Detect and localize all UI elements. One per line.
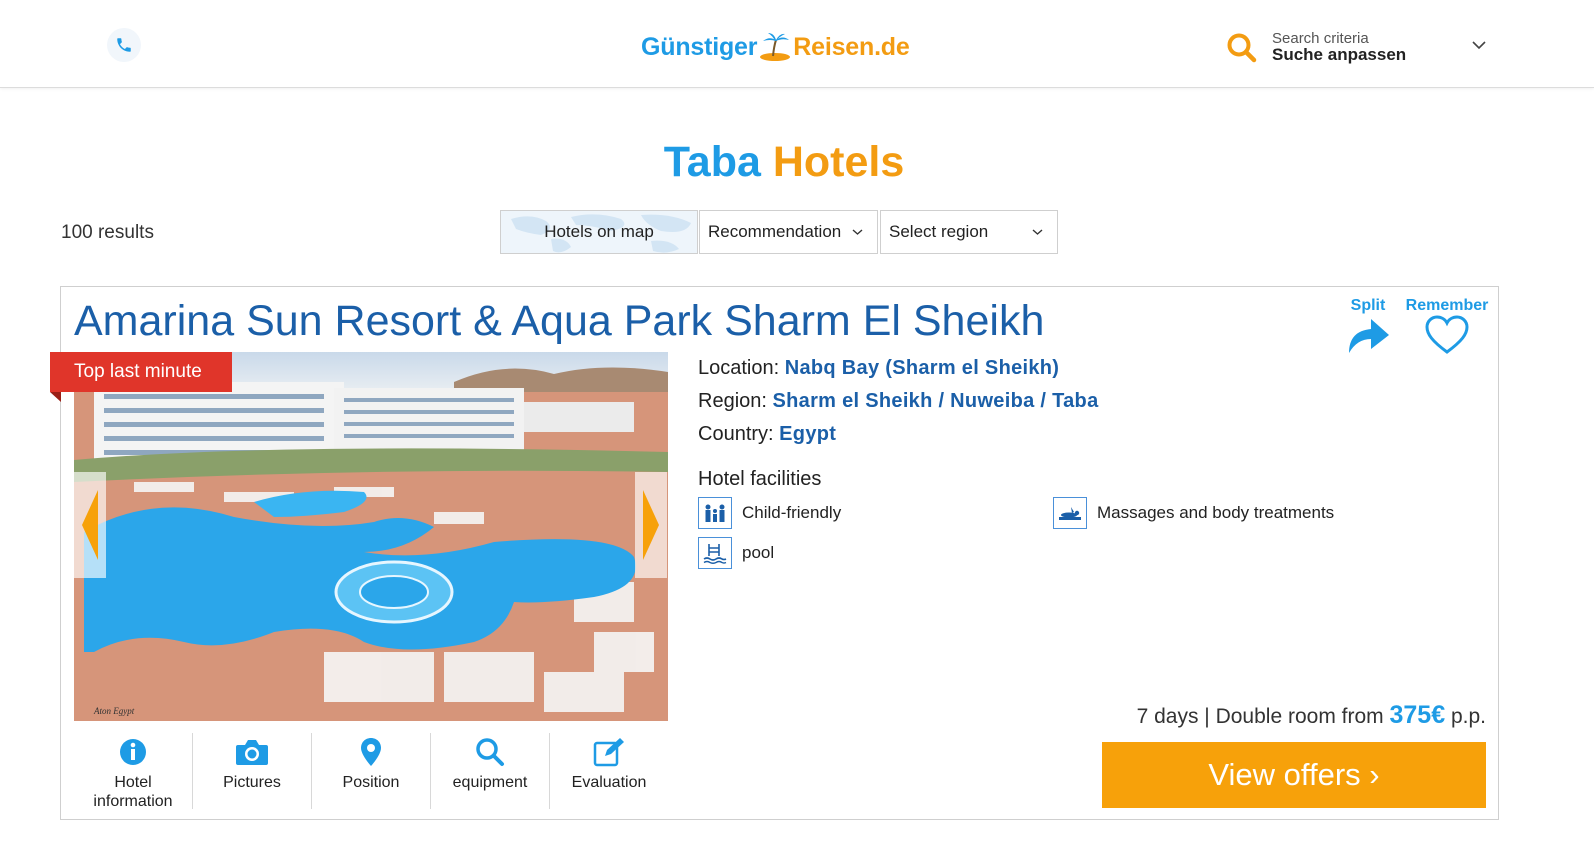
gallery-prev-button[interactable] (74, 472, 106, 578)
page-title-hotels: Hotels (772, 138, 905, 186)
palm-island-icon (760, 33, 791, 61)
hotels-on-map-label: Hotels on map (544, 222, 654, 241)
hotels-on-map-button[interactable]: Hotels on map (500, 210, 698, 254)
results-count: 100 results (61, 222, 154, 243)
facilities-title: Hotel facilities (698, 468, 822, 490)
price-suffix: p.p. (1450, 705, 1486, 728)
massage-icon (1059, 507, 1081, 520)
share-arrow-icon (1349, 319, 1389, 353)
page-title: Taba Hotels (0, 138, 1568, 187)
site-header: Günstiger Reisen.de Search criteria Such… (0, 0, 1594, 88)
tab-position-label: Position (342, 774, 400, 791)
search-icon (1227, 33, 1257, 63)
tab-equipment-label: equipment (452, 774, 528, 791)
remember-label: Remember (1405, 297, 1489, 314)
tab-position[interactable]: Position (311, 733, 430, 809)
price-line: 7 days | Double room from 375€ p.p. (1101, 701, 1486, 730)
region-select[interactable]: Select region (880, 210, 1058, 254)
site-logo[interactable]: Günstiger Reisen.de (641, 30, 910, 64)
hotel-tabs: Hotel information Pictures Position equi… (74, 733, 668, 810)
country-label: Country: (698, 423, 774, 445)
split-button[interactable]: Split (1343, 297, 1393, 360)
region-value[interactable]: Sharm el Sheikh / Nuweiba / Taba (773, 390, 1099, 412)
facility-label: Massages and body treatments (1097, 503, 1335, 522)
search-icon (476, 738, 504, 766)
family-icon (705, 504, 725, 522)
tab-pictures-label: Pictures (223, 774, 281, 791)
pool-icon (703, 544, 727, 564)
country-value[interactable]: Egypt (779, 423, 836, 445)
location-value[interactable]: Nabq Bay (Sharm el Sheikh) (785, 357, 1060, 379)
hotel-pool-image: Aton Egypt (74, 352, 668, 721)
hotel-name[interactable]: Amarina Sun Resort & Aqua Park Sharm El … (74, 297, 1044, 346)
phone-button[interactable] (107, 28, 141, 62)
region-select-value: Select region (889, 222, 989, 241)
view-offers-button[interactable]: View offers › (1102, 742, 1486, 808)
search-criteria-toggle[interactable]: Search criteria Suche anpassen (1226, 30, 1496, 66)
sort-select[interactable]: Recommendation (699, 210, 878, 254)
split-label: Split (1350, 297, 1386, 314)
sort-select-value: Recommendation (708, 222, 842, 241)
tab-pictures[interactable]: Pictures (192, 733, 311, 809)
tab-hotel-information[interactable]: Hotel information (74, 733, 192, 810)
edit-icon (593, 738, 624, 767)
hotel-photo[interactable]: Aton Egypt (74, 352, 668, 721)
chevron-down-icon (852, 229, 863, 235)
facility-label: pool (742, 543, 775, 562)
price-amount: 375€ (1389, 701, 1446, 729)
page-title-destination: Taba (663, 138, 761, 186)
remember-button[interactable]: Remember (1403, 297, 1491, 360)
region-label: Region: (698, 390, 767, 412)
chevron-down-icon (1472, 41, 1486, 50)
price-prefix: 7 days | Double room from (1136, 705, 1384, 728)
facility-item: pool (698, 537, 774, 569)
tab-hotel-information-label: Hotel information (93, 774, 173, 810)
gallery-next-button[interactable] (635, 472, 667, 578)
heart-icon (1425, 315, 1469, 354)
hotel-details: Location: Nabq Bay (Sharm el Sheikh) Reg… (698, 355, 1458, 491)
logo-part-2: Reisen.de (793, 32, 910, 61)
info-icon (120, 739, 146, 765)
badge-fold (50, 392, 61, 402)
chevron-down-icon (1032, 229, 1043, 235)
facility-item: Child-friendly (698, 497, 841, 529)
chevron-right-icon (643, 490, 659, 560)
search-criteria-value: Suche anpassen (1272, 45, 1407, 64)
camera-icon (236, 740, 268, 765)
location-label: Location: (698, 357, 780, 379)
facility-label: Child-friendly (742, 503, 842, 522)
phone-icon (117, 38, 131, 52)
top-last-minute-badge: Top last minute (50, 352, 232, 392)
hotel-card: Amarina Sun Resort & Aqua Park Sharm El … (50, 286, 1499, 820)
region-row: Region: Sharm el Sheikh / Nuweiba / Taba (698, 388, 1458, 421)
country-row: Country: Egypt (698, 421, 1458, 454)
location-row: Location: Nabq Bay (Sharm el Sheikh) (698, 355, 1458, 388)
svg-text:Aton Egypt: Aton Egypt (93, 706, 135, 716)
tab-evaluation[interactable]: Evaluation (549, 733, 668, 809)
tab-equipment[interactable]: equipment (430, 733, 549, 809)
map-pin-icon (361, 738, 381, 766)
logo-part-1: Günstiger (641, 32, 758, 61)
facility-item: Massages and body treatments (1053, 497, 1334, 529)
tab-evaluation-label: Evaluation (571, 774, 647, 791)
chevron-left-icon (82, 490, 98, 560)
